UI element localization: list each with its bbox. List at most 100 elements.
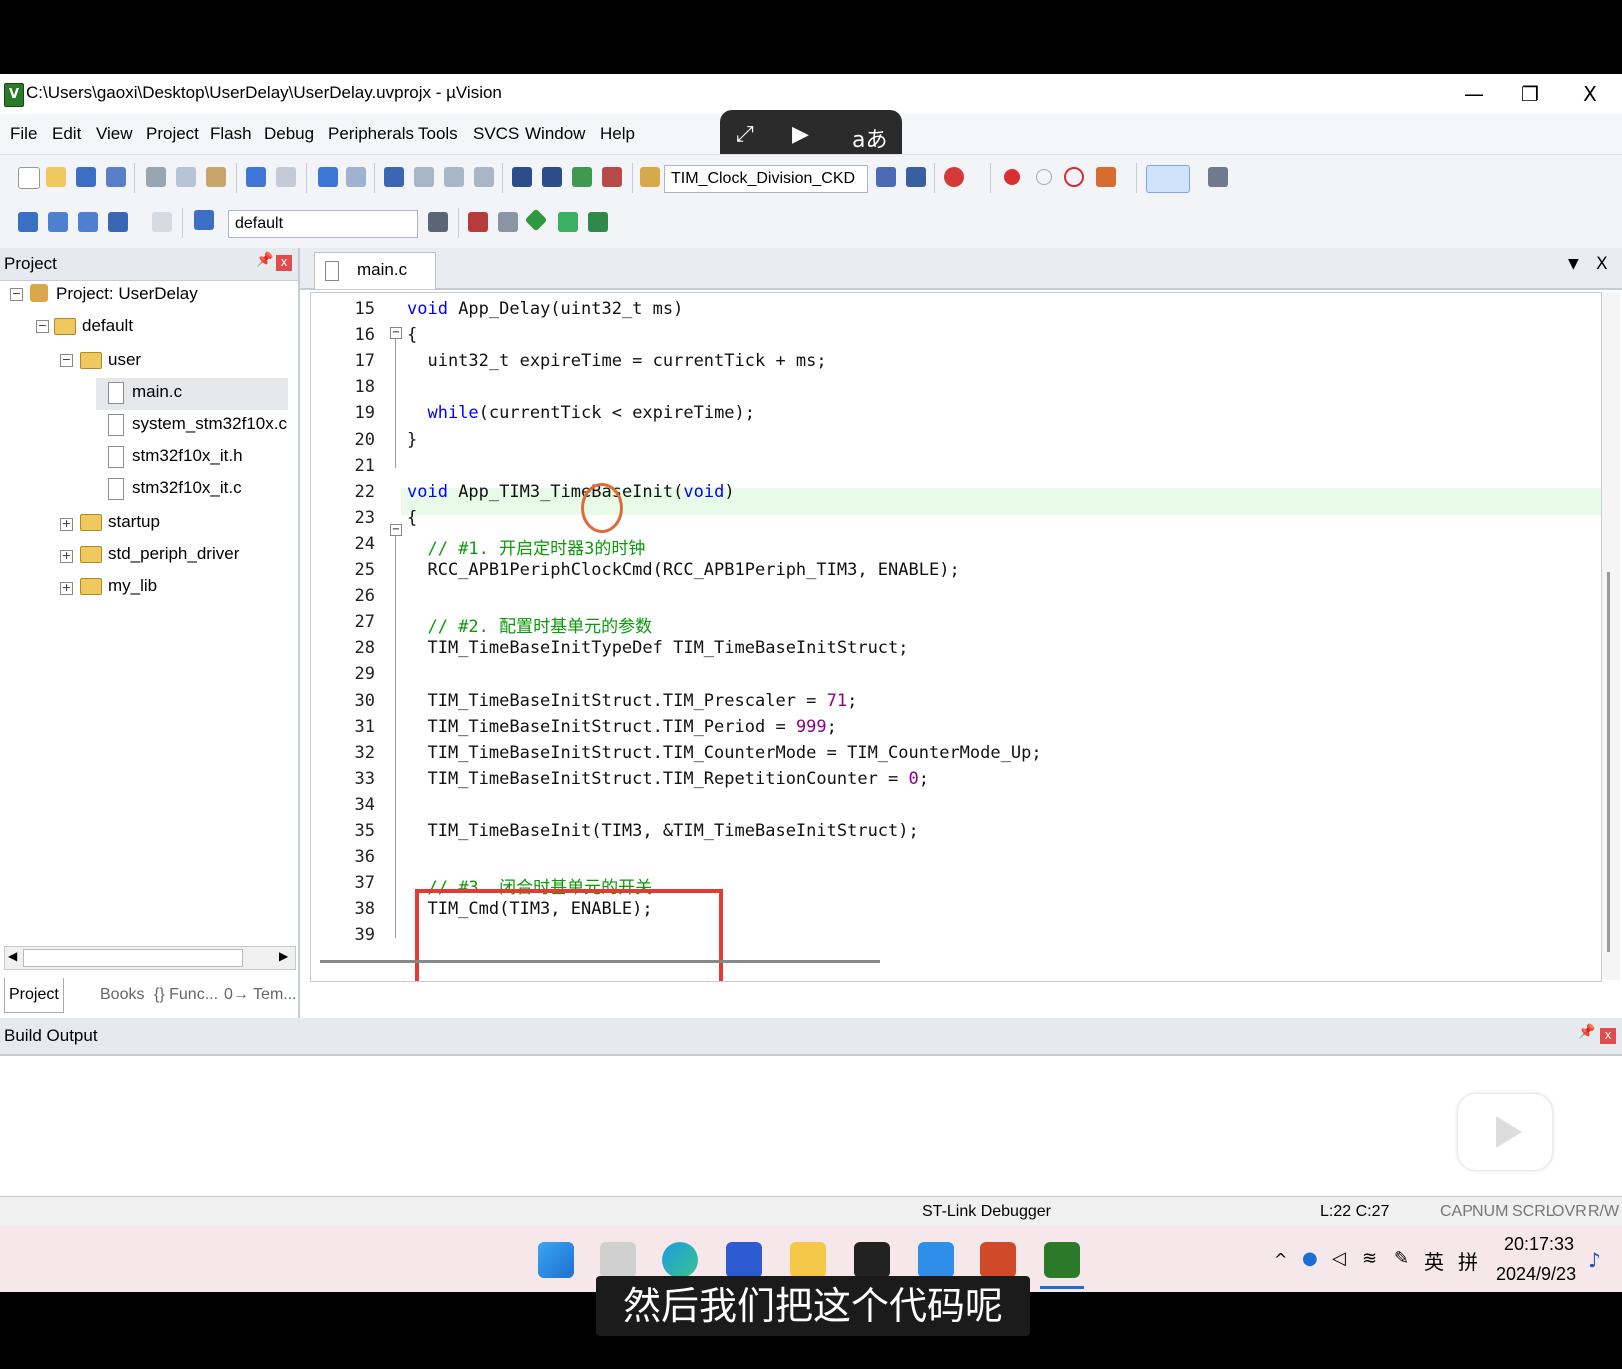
target-options-icon[interactable]	[428, 212, 448, 232]
translate-icon[interactable]: aあ	[852, 122, 887, 154]
task-view-icon[interactable]	[600, 1242, 636, 1278]
file-explorer-icon[interactable]	[790, 1242, 826, 1278]
menu-help[interactable]: Help	[600, 124, 635, 144]
panel-close-icon[interactable]: x	[1600, 1028, 1616, 1044]
window-layout-icon[interactable]	[1146, 165, 1190, 193]
copy-icon[interactable]	[176, 167, 196, 187]
tree-collapse-toggle[interactable]: −	[36, 320, 49, 333]
scrollbar-thumb[interactable]	[23, 949, 243, 967]
whiteboard-icon[interactable]	[726, 1242, 762, 1278]
find-icon[interactable]	[876, 167, 896, 187]
camera-app-icon[interactable]	[854, 1242, 890, 1278]
pin-icon[interactable]: 📌	[256, 252, 273, 268]
menu-tools[interactable]: Tools	[418, 124, 458, 144]
tree-collapse-toggle[interactable]: −	[10, 288, 23, 301]
tree-item-std-periph-driver[interactable]: std_periph_driver	[108, 544, 239, 564]
tab-project[interactable]: Project	[4, 978, 64, 1013]
comment-icon[interactable]	[572, 167, 592, 187]
tree-item-it-h[interactable]: stm32f10x_it.h	[132, 446, 243, 466]
build-icon[interactable]	[48, 212, 68, 232]
tray-expand-icon[interactable]: ^	[1274, 1250, 1287, 1269]
download-load-icon[interactable]	[194, 210, 214, 230]
edge-browser-icon[interactable]	[662, 1242, 698, 1278]
stop-build-icon[interactable]	[152, 212, 172, 232]
panel-close-icon[interactable]: x	[276, 255, 292, 271]
clear-bookmarks-icon[interactable]	[474, 167, 494, 187]
tree-item-main-c[interactable]: main.c	[132, 382, 182, 402]
unindent-icon[interactable]	[542, 167, 562, 187]
target-select[interactable]: default	[228, 210, 418, 238]
manage-multi-project-icon[interactable]	[498, 212, 518, 232]
next-bookmark-icon[interactable]	[444, 167, 464, 187]
navigate-back-icon[interactable]	[318, 167, 338, 187]
tree-item-system-c[interactable]: system_stm32f10x.c	[132, 414, 287, 434]
translate-file-icon[interactable]	[18, 212, 38, 232]
editor-close-icon[interactable]: X	[1596, 254, 1608, 274]
wifi-icon[interactable]: ≋	[1362, 1248, 1377, 1269]
ime-language-indicator[interactable]: 英	[1424, 1246, 1444, 1275]
restore-button[interactable]: ❐	[1502, 78, 1558, 110]
build-output-vscrollbar[interactable]	[1604, 1058, 1618, 1178]
menu-project[interactable]: Project	[146, 124, 199, 144]
clock-time[interactable]: 20:17:33	[1504, 1234, 1574, 1255]
scroll-left-icon[interactable]: ◀	[8, 949, 17, 963]
tree-item-my-lib[interactable]: my_lib	[108, 576, 157, 596]
fold-toggle[interactable]: −	[390, 327, 402, 339]
minimize-button[interactable]: —	[1446, 78, 1502, 110]
video-play-icon[interactable]: ▶	[792, 122, 809, 147]
paste-icon[interactable]	[206, 167, 226, 187]
pen-icon[interactable]: ✎	[1394, 1248, 1409, 1269]
ime-mode-indicator[interactable]: 拼	[1458, 1246, 1478, 1275]
select-software-packs-icon[interactable]	[558, 212, 578, 232]
find-combo[interactable]: TIM_Clock_Division_CKD	[664, 165, 868, 193]
clock-date[interactable]: 2024/9/23	[1496, 1264, 1576, 1285]
menu-edit[interactable]: Edit	[52, 124, 81, 144]
tab-books[interactable]: Books	[80, 978, 144, 1012]
menu-debug[interactable]: Debug	[264, 124, 314, 144]
chat-app-icon[interactable]	[918, 1242, 954, 1278]
uvision-taskbar-icon[interactable]	[1044, 1242, 1080, 1278]
screen-capture-icon[interactable]: ⤢	[736, 122, 754, 147]
tree-expand-toggle[interactable]: +	[60, 582, 73, 595]
close-button[interactable]: X	[1562, 78, 1618, 110]
uncomment-icon[interactable]	[602, 167, 622, 187]
manage-project-items-icon[interactable]	[468, 212, 488, 232]
rebuild-icon[interactable]	[78, 212, 98, 232]
cut-icon[interactable]	[146, 167, 166, 187]
tree-item-default[interactable]: default	[82, 316, 133, 336]
menu-view[interactable]: View	[96, 124, 133, 144]
tree-collapse-toggle[interactable]: −	[60, 354, 73, 367]
microphone-icon[interactable]: ●	[1302, 1248, 1318, 1269]
debug-session-icon[interactable]	[944, 167, 964, 187]
save-all-icon[interactable]	[106, 167, 126, 187]
bookmark-icon[interactable]	[384, 167, 404, 187]
notification-bell-icon[interactable]: ♪	[1588, 1248, 1601, 1272]
tree-expand-toggle[interactable]: +	[60, 550, 73, 563]
tree-item-user[interactable]: user	[108, 350, 141, 370]
menu-window[interactable]: Window	[525, 124, 585, 144]
tree-expand-toggle[interactable]: +	[60, 518, 73, 531]
undo-icon[interactable]	[246, 167, 266, 187]
save-icon[interactable]	[76, 167, 96, 187]
menu-peripherals[interactable]: Peripherals	[328, 124, 414, 144]
volume-icon[interactable]: ◁	[1332, 1248, 1346, 1269]
editor-vscrollbar[interactable]	[1602, 292, 1620, 980]
redo-icon[interactable]	[276, 167, 296, 187]
breakpoint-icon[interactable]	[1004, 169, 1020, 185]
manage-run-time-env-icon[interactable]	[524, 208, 548, 232]
editor-hscrollbar[interactable]	[320, 960, 880, 963]
scroll-right-icon[interactable]: ▶	[279, 949, 288, 963]
clear-breakpoints-icon[interactable]	[1064, 167, 1084, 187]
pin-icon[interactable]: 📌	[1578, 1024, 1595, 1040]
tree-item-it-c[interactable]: stm32f10x_it.c	[132, 478, 242, 498]
prev-bookmark-icon[interactable]	[414, 167, 434, 187]
tree-item-project[interactable]: Project: UserDelay	[56, 284, 198, 304]
pack-installer-icon[interactable]	[588, 212, 608, 232]
new-file-icon[interactable]	[18, 167, 40, 189]
indent-icon[interactable]	[512, 167, 532, 187]
tab-list-icon[interactable]: ▼	[1568, 256, 1579, 272]
tab-main-c[interactable]: main.c	[314, 252, 436, 289]
find-in-files-icon[interactable]	[640, 167, 660, 187]
powerpoint-icon[interactable]	[980, 1242, 1016, 1278]
menu-svcs[interactable]: SVCS	[473, 124, 519, 144]
